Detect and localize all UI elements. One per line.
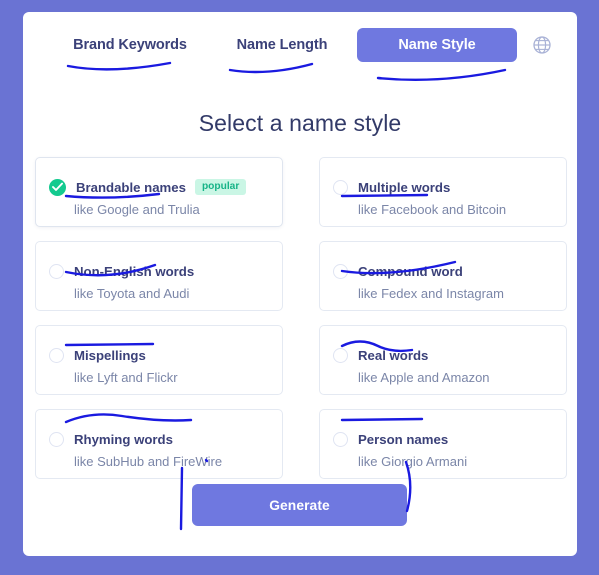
option-header: Rhyming words (49, 430, 173, 448)
option-card-brandable-names[interactable]: Brandable names popular like Google and … (35, 157, 283, 227)
tab-brand-keywords[interactable]: Brand Keywords (41, 28, 219, 62)
option-card-mispellings[interactable]: Mispellings like Lyft and Flickr (35, 325, 283, 395)
option-label: Brandable names (76, 179, 186, 195)
globe-icon[interactable] (531, 34, 553, 56)
wizard-tabbar: Brand Keywords Name Length Name Style (23, 28, 577, 80)
radio-icon (333, 347, 348, 363)
tab-name-style-label: Name Style (398, 37, 476, 53)
option-card-multiple-words[interactable]: Multiple words like Facebook and Bitcoin (319, 157, 567, 227)
option-label: Compound word (358, 263, 463, 279)
option-description: like Facebook and Bitcoin (358, 202, 507, 217)
radio-icon (333, 263, 348, 279)
option-description: like Fedex and Instagram (358, 286, 504, 301)
tab-name-length[interactable]: Name Length (203, 28, 361, 62)
radio-icon (333, 431, 348, 447)
option-label: Non-English words (74, 263, 195, 279)
option-header: Multiple words (333, 178, 450, 196)
option-header: Mispellings (49, 346, 146, 364)
generate-section: Generate (23, 460, 577, 550)
radio-icon (333, 179, 348, 195)
radio-icon (49, 431, 64, 447)
option-header: Brandable names popular (49, 178, 247, 196)
option-card-non-english-words[interactable]: Non-English words like Toyota and Audi (35, 241, 283, 311)
popular-badge: popular (194, 178, 247, 196)
tab-brand-keywords-label: Brand Keywords (73, 37, 187, 53)
option-header: Person names (333, 430, 448, 448)
page-title: Select a name style (198, 110, 402, 136)
option-description: like Google and Trulia (74, 202, 200, 217)
generate-button[interactable]: Generate (192, 484, 407, 526)
option-description: like Toyota and Audi (74, 286, 190, 301)
option-description: like Lyft and Flickr (74, 370, 178, 385)
option-label: Person names (358, 431, 449, 447)
option-label: Rhyming words (74, 431, 173, 447)
option-card-compound-word[interactable]: Compound word like Fedex and Instagram (319, 241, 567, 311)
option-label: Multiple words (358, 179, 451, 195)
tab-name-length-label: Name Length (236, 37, 328, 53)
radio-icon (49, 347, 64, 363)
name-generator-card: Brand Keywords Name Length Name Style Se… (23, 12, 577, 556)
radio-icon (49, 263, 64, 279)
option-header: Non-English words (49, 262, 194, 280)
option-label: Mispellings (74, 347, 146, 363)
option-header: Real words (333, 346, 428, 364)
check-circle-icon (49, 178, 66, 196)
option-label: Real words (358, 347, 429, 363)
option-card-real-words[interactable]: Real words like Apple and Amazon (319, 325, 567, 395)
tab-name-style[interactable]: Name Style (357, 28, 517, 62)
option-header: Compound word (333, 262, 463, 280)
name-style-options: Brandable names popular like Google and … (35, 157, 567, 479)
option-description: like Apple and Amazon (358, 370, 490, 385)
